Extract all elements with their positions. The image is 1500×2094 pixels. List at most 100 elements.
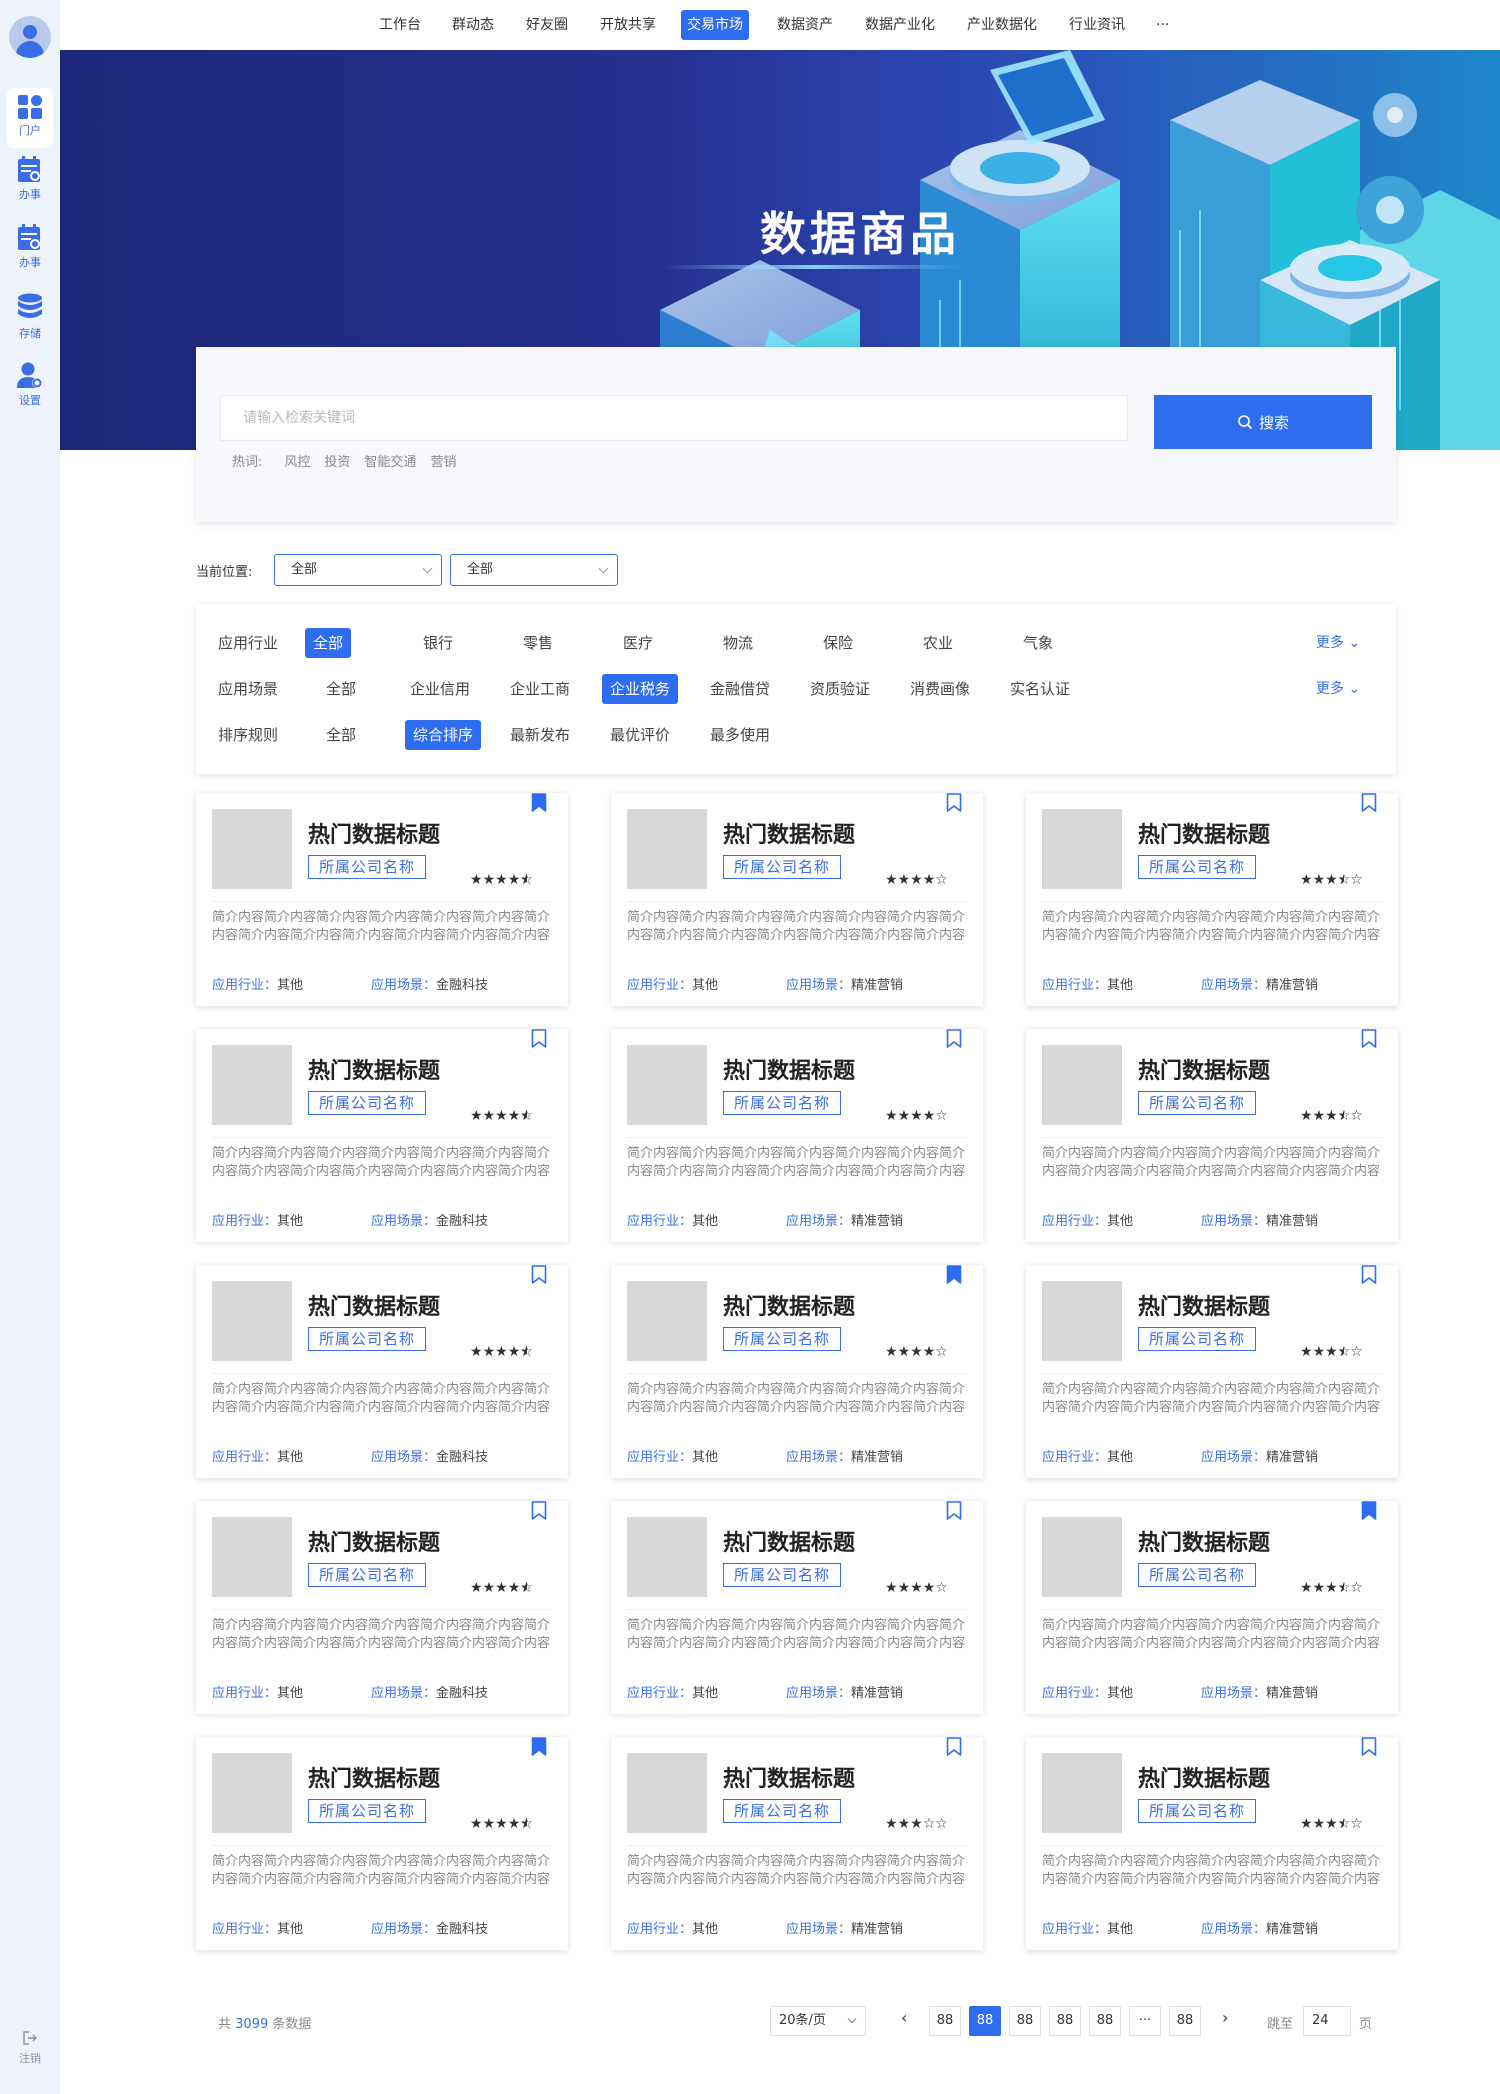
product-card[interactable]: 热门数据标题所属公司名称★★★★★☆简介内容简介内容简介内容简介内容简介内容简介…	[196, 1265, 568, 1478]
sidebar-item-portal[interactable]: 门户	[7, 88, 53, 148]
meta-colon: ：	[838, 978, 852, 993]
filter-option[interactable]: 企业信用	[402, 674, 478, 704]
next-page-button[interactable]: ›	[1222, 2008, 1228, 2027]
filter-option[interactable]: 保险	[815, 628, 861, 658]
bookmark-icon[interactable]	[946, 1501, 962, 1521]
star-full-icon: ★	[910, 872, 923, 888]
sidebar-item-task-2[interactable]: 办事	[7, 218, 53, 278]
nav-item-data-assets[interactable]: 数据资产	[771, 10, 839, 40]
filter-option[interactable]: 企业工商	[502, 674, 578, 704]
filter-option[interactable]: 资质验证	[802, 674, 878, 704]
bookmark-icon[interactable]	[531, 1737, 547, 1757]
page-size-select[interactable]: 20条/页	[770, 2006, 866, 2036]
filter-option[interactable]: 医疗	[615, 628, 661, 658]
nav-item-open-share[interactable]: 开放共享	[594, 10, 662, 40]
nav-item-data-industrialization[interactable]: 数据产业化	[859, 10, 941, 40]
product-card[interactable]: 热门数据标题所属公司名称★★★★★☆简介内容简介内容简介内容简介内容简介内容简介…	[196, 793, 568, 1006]
star-full-icon: ★	[1300, 872, 1313, 888]
bookmark-icon[interactable]	[1361, 793, 1377, 813]
page-number[interactable]: 88	[929, 2006, 961, 2036]
star-full-icon: ★	[922, 1108, 936, 1124]
filter-option[interactable]: 最新发布	[502, 720, 578, 750]
hot-word[interactable]: 投资	[324, 451, 350, 470]
filter-more-button[interactable]: 更多 ⌄	[1316, 632, 1360, 652]
location-select-1[interactable]: 全部	[274, 554, 442, 586]
filter-option[interactable]: 金融借贷	[702, 674, 778, 704]
bookmark-icon[interactable]	[1361, 1265, 1377, 1285]
filter-option[interactable]: 物流	[715, 628, 761, 658]
nav-item-workbench[interactable]: 工作台	[373, 10, 427, 40]
nav-item-trade-market[interactable]: 交易市场	[681, 10, 749, 40]
product-card[interactable]: 热门数据标题所属公司名称★★★★☆☆简介内容简介内容简介内容简介内容简介内容简介…	[1026, 793, 1398, 1006]
page-number[interactable]: 88	[1049, 2006, 1081, 2036]
product-card[interactable]: 热门数据标题所属公司名称★★★★☆☆简介内容简介内容简介内容简介内容简介内容简介…	[1026, 1029, 1398, 1242]
nav-item-friends[interactable]: 好友圈	[520, 10, 574, 40]
bookmark-icon[interactable]	[531, 1501, 547, 1521]
sidebar-item-task[interactable]: 办事	[7, 150, 53, 210]
filter-option[interactable]: 全部	[318, 720, 364, 750]
nav-item-more[interactable]: ···	[1150, 10, 1175, 40]
bookmark-icon[interactable]	[1361, 1737, 1377, 1757]
filter-more-button[interactable]: 更多 ⌄	[1316, 678, 1360, 698]
product-card[interactable]: 热门数据标题 所属公司名称 ★★★★☆ 简介内容简介内容简介内容简介内容简介内容简介内…	[611, 1265, 983, 1478]
product-card[interactable]: 热门数据标题 所属公司名称 ★★★★☆ 简介内容简介内容简介内容简介内容简介内容简介内…	[611, 1029, 983, 1242]
page-number[interactable]: 88	[1169, 2006, 1201, 2036]
filter-option[interactable]: 全部	[305, 628, 352, 658]
page-number-current[interactable]: 88	[969, 2006, 1001, 2036]
bookmark-icon[interactable]	[946, 1737, 962, 1757]
hot-word[interactable]: 智能交通	[364, 451, 416, 470]
filter-option[interactable]: 零售	[515, 628, 561, 658]
filter-option[interactable]: 消费画像	[902, 674, 978, 704]
product-card[interactable]: 热门数据标题 所属公司名称 ★★★☆☆ 简介内容简介内容简介内容简介内容简介内容简介内…	[611, 1737, 983, 1950]
scene-value: 精准营销	[851, 1214, 904, 1229]
filter-option[interactable]: 企业税务	[602, 674, 679, 704]
sidebar-item-settings[interactable]: 设置	[7, 356, 53, 416]
page-number[interactable]: 88	[1089, 2006, 1121, 2036]
product-card[interactable]: 热门数据标题所属公司名称★★★★☆☆简介内容简介内容简介内容简介内容简介内容简介…	[1026, 1501, 1398, 1714]
location-select-value: 全部	[291, 562, 318, 577]
product-card[interactable]: 热门数据标题所属公司名称★★★★☆☆简介内容简介内容简介内容简介内容简介内容简介…	[1026, 1737, 1398, 1950]
bookmark-icon[interactable]	[946, 793, 962, 813]
filter-option[interactable]: 全部	[318, 674, 364, 704]
bookmark-icon[interactable]	[1361, 1501, 1377, 1521]
filter-option[interactable]: 综合排序	[405, 720, 482, 750]
bookmark-icon[interactable]	[1361, 1029, 1377, 1049]
search-input[interactable]	[220, 395, 1128, 441]
nav-item-group-news[interactable]: 群动态	[446, 10, 500, 40]
location-select-2[interactable]: 全部	[450, 554, 618, 586]
bookmark-icon[interactable]	[531, 1265, 547, 1285]
bookmark-icon[interactable]	[531, 793, 547, 813]
star-full-icon: ★	[1325, 872, 1338, 888]
page-ellipsis[interactable]: ···	[1129, 2006, 1161, 2036]
bookmark-icon[interactable]	[946, 1265, 962, 1285]
filter-option[interactable]: 最多使用	[702, 720, 778, 750]
product-card[interactable]: 热门数据标题 所属公司名称 ★★★★☆ 简介内容简介内容简介内容简介内容简介内容简介内…	[611, 1501, 983, 1714]
filter-option[interactable]: 实名认证	[1002, 674, 1078, 704]
bookmark-icon[interactable]	[531, 1029, 547, 1049]
bookmark-icon[interactable]	[946, 1029, 962, 1049]
user-avatar[interactable]	[9, 16, 51, 58]
hot-word[interactable]: 营销	[430, 451, 456, 470]
logout-button[interactable]: 注销	[7, 2030, 53, 2066]
product-card[interactable]: 热门数据标题 所属公司名称 ★★★★☆ 简介内容简介内容简介内容简介内容简介内容简介内…	[611, 793, 983, 1006]
product-card[interactable]: 热门数据标题所属公司名称★★★★☆☆简介内容简介内容简介内容简介内容简介内容简介…	[1026, 1265, 1398, 1478]
industry-meta: 应用行业：其他	[627, 1682, 718, 1701]
product-card[interactable]: 热门数据标题所属公司名称★★★★★☆简介内容简介内容简介内容简介内容简介内容简介…	[196, 1029, 568, 1242]
prev-page-button[interactable]: ‹	[901, 2008, 907, 2027]
page-number[interactable]: 88	[1009, 2006, 1041, 2036]
search-button[interactable]: 搜索	[1154, 395, 1372, 449]
chevron-down-icon: ⌄	[1348, 681, 1361, 697]
filter-option[interactable]: 最优评价	[602, 720, 678, 750]
filter-option[interactable]: 银行	[415, 628, 461, 658]
sidebar-item-storage[interactable]: 存储	[7, 287, 53, 347]
filter-option[interactable]: 农业	[915, 628, 961, 658]
jump-page-input[interactable]: 24	[1303, 2006, 1351, 2036]
product-card[interactable]: 热门数据标题所属公司名称★★★★★☆简介内容简介内容简介内容简介内容简介内容简介…	[196, 1737, 568, 1950]
hot-word[interactable]: 风控	[284, 451, 310, 470]
company-tag: 所属公司名称	[723, 1327, 842, 1351]
nav-item-industry-datafication[interactable]: 产业数据化	[961, 10, 1043, 40]
filter-option[interactable]: 气象	[1015, 628, 1061, 658]
card-divider	[1042, 1373, 1382, 1374]
nav-item-industry-news[interactable]: 行业资讯	[1063, 10, 1131, 40]
product-card[interactable]: 热门数据标题所属公司名称★★★★★☆简介内容简介内容简介内容简介内容简介内容简介…	[196, 1501, 568, 1714]
